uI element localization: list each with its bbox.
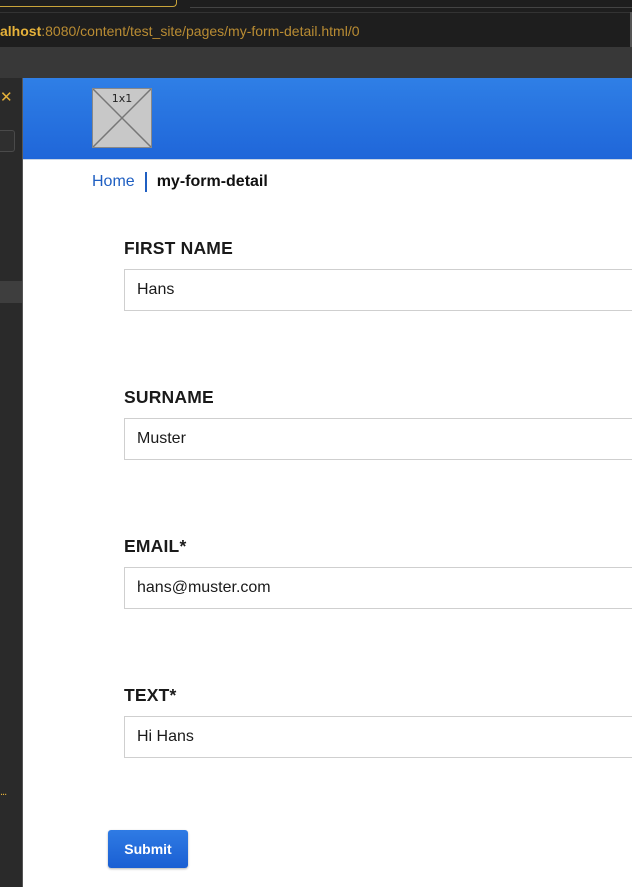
- text-input[interactable]: Hi Hans: [124, 716, 632, 758]
- email-input[interactable]: hans@muster.com: [124, 567, 632, 609]
- surname-input[interactable]: Muster: [124, 418, 632, 460]
- surname-group: SURNAME Muster: [124, 387, 632, 460]
- url-host: alhost: [0, 23, 42, 39]
- more-icon[interactable]: ...: [0, 786, 7, 798]
- browser-tabstrip: [0, 0, 632, 12]
- email-label: EMAIL*: [124, 536, 187, 556]
- address-bar[interactable]: alhost:8080/content/test_site/pages/my-f…: [0, 12, 632, 49]
- site-header: 1x1: [23, 78, 632, 160]
- first-name-input[interactable]: Hans: [124, 269, 632, 311]
- surname-label: SURNAME: [124, 387, 214, 407]
- email-group: EMAIL* hans@muster.com: [124, 536, 632, 609]
- text-group: TEXT* Hi Hans: [124, 685, 632, 758]
- breadcrumb: Home my-form-detail: [92, 172, 268, 192]
- text-label: TEXT*: [124, 685, 177, 705]
- first-name-label: FIRST NAME: [124, 238, 233, 258]
- tabstrip-divider: [190, 7, 632, 8]
- sidebar-selected-item[interactable]: [0, 281, 22, 303]
- logo-placeholder-image: 1x1: [92, 88, 152, 148]
- url-text: alhost:8080/content/test_site/pages/my-f…: [0, 23, 360, 39]
- logo-placeholder-label: 1x1: [111, 92, 133, 105]
- sidebar-search-field[interactable]: [0, 130, 15, 152]
- breadcrumb-home-link[interactable]: Home: [92, 173, 135, 191]
- first-name-group: FIRST NAME Hans: [124, 238, 632, 311]
- browser-tab[interactable]: [0, 0, 177, 7]
- editor-sidebar: ✕ ...: [0, 78, 22, 887]
- close-icon[interactable]: ✕: [0, 90, 13, 105]
- url-path: :8080/content/test_site/pages/my-form-de…: [41, 23, 360, 39]
- submit-button[interactable]: Submit: [108, 830, 188, 868]
- breadcrumb-current: my-form-detail: [156, 173, 268, 190]
- page-viewport: 1x1 Home my-form-detail FIRST NAME Hans …: [22, 78, 632, 887]
- breadcrumb-separator: [144, 172, 147, 192]
- devtools-toolbar: [0, 47, 632, 78]
